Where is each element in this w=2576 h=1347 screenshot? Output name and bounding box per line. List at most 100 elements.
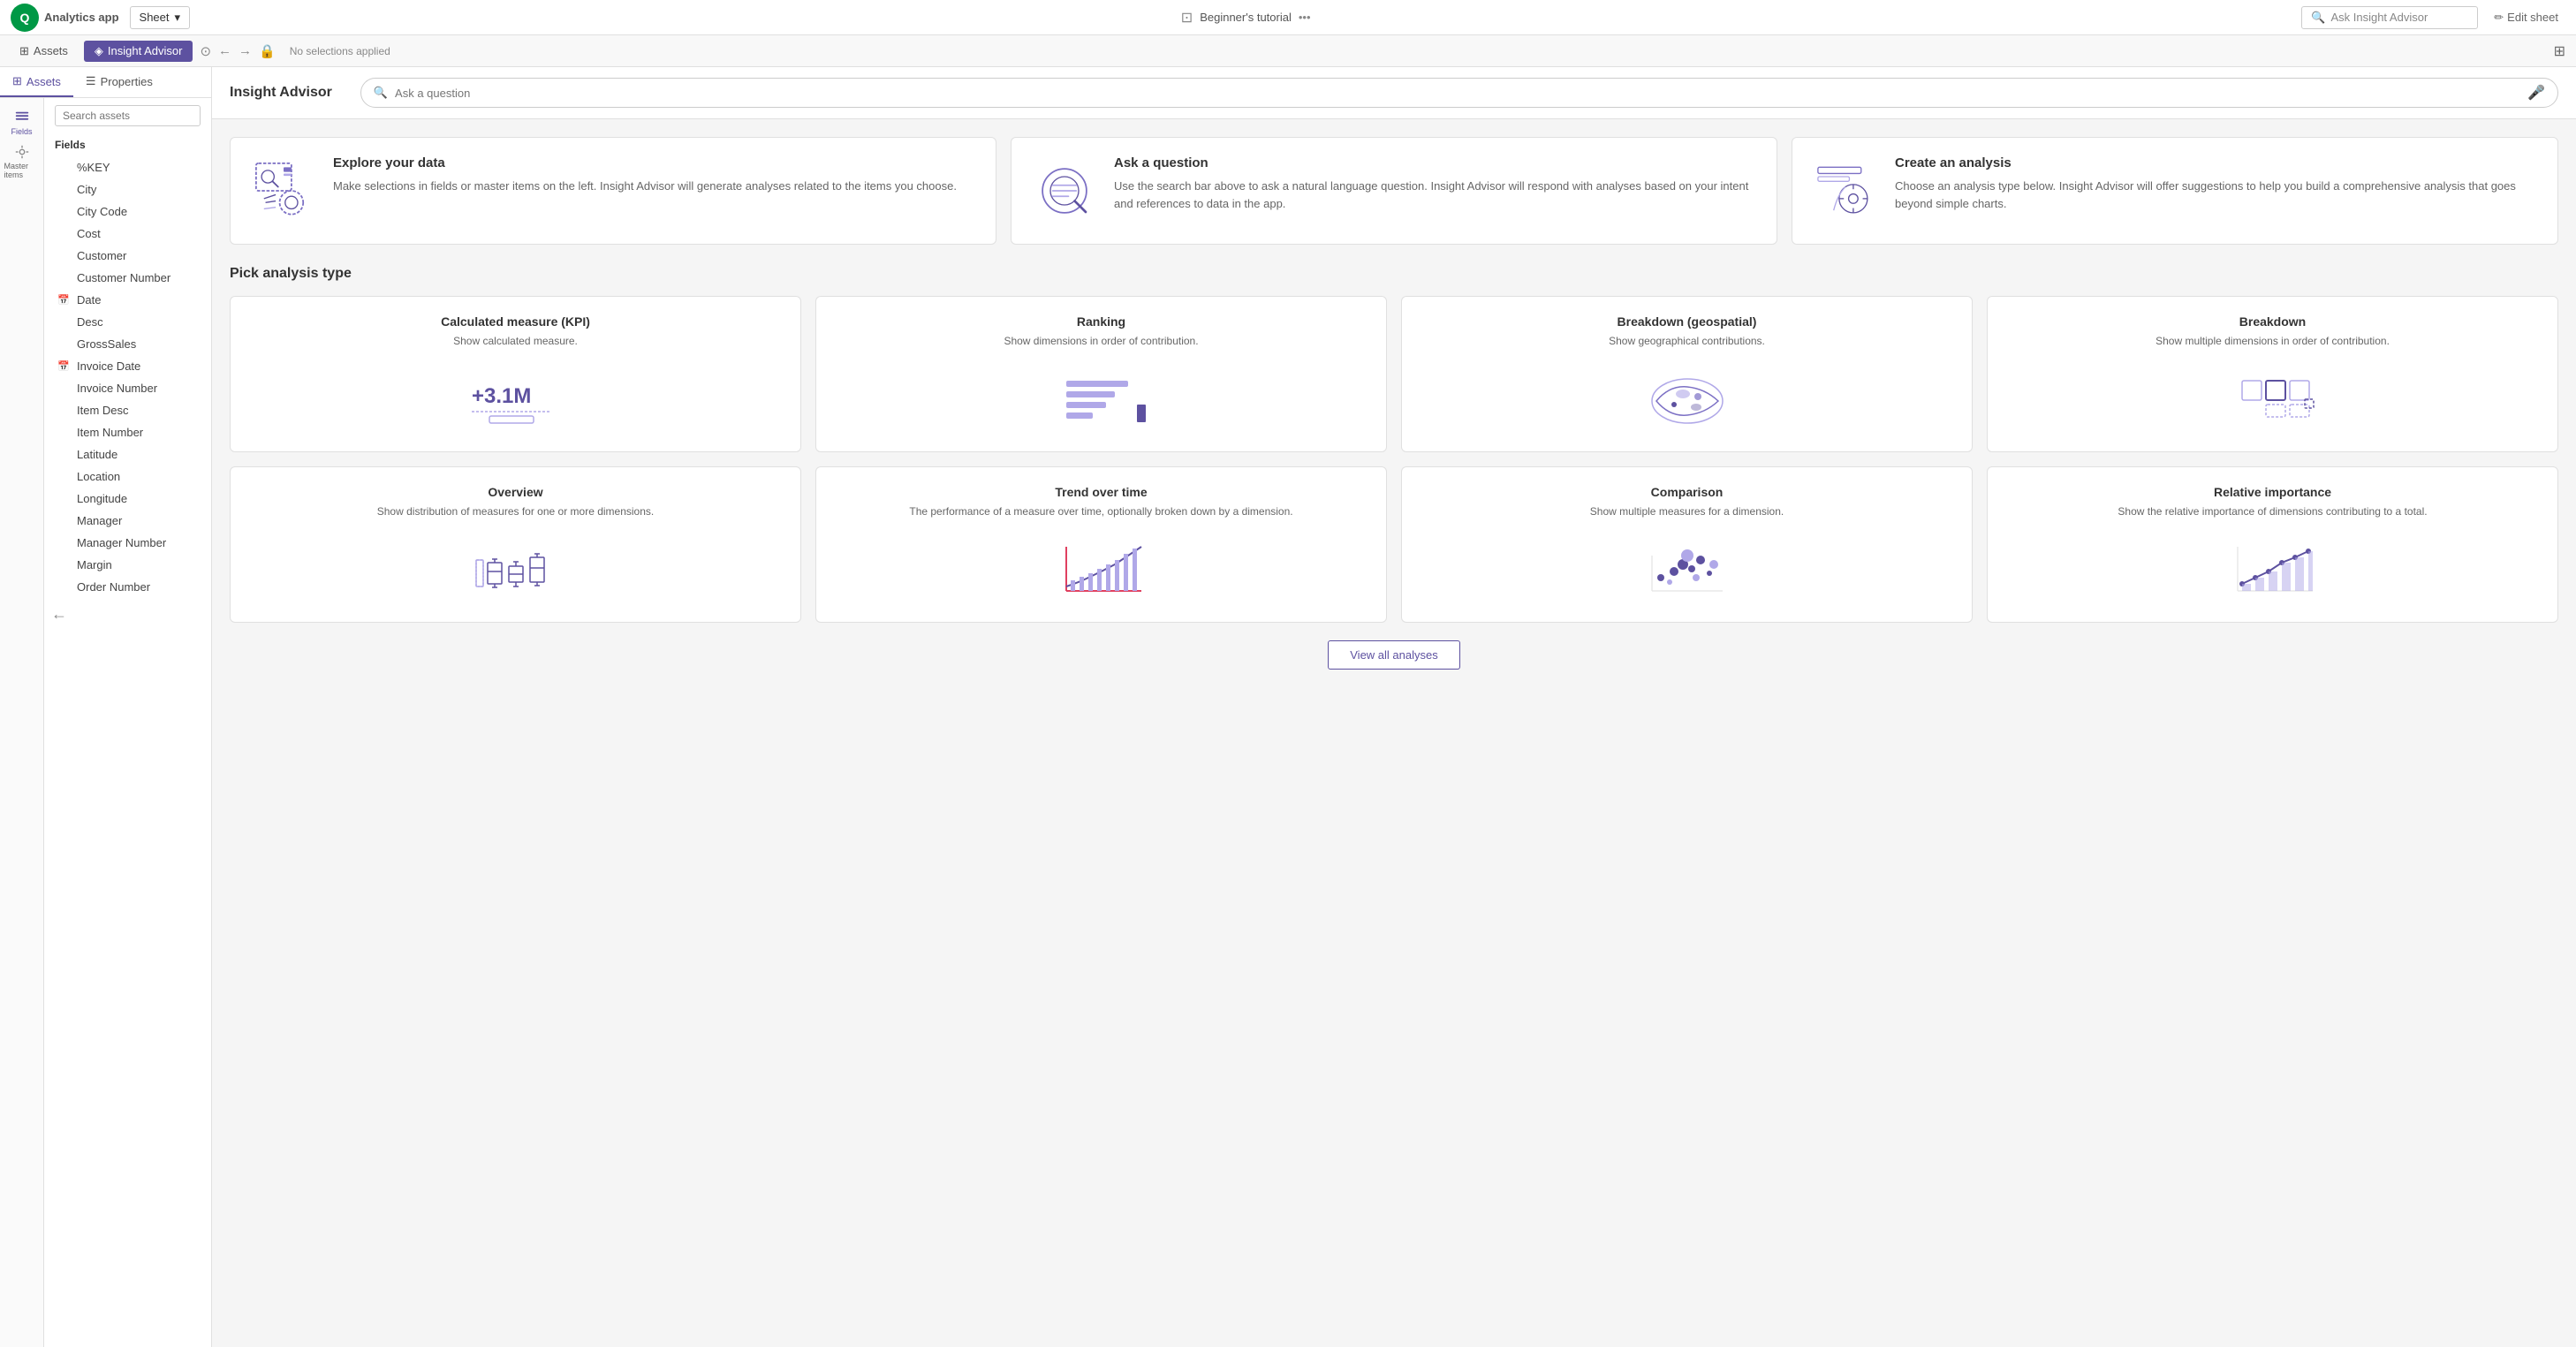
breakdown-geo-visual (1420, 363, 1954, 434)
field-item-invoice-date[interactable]: 📅Invoice Date (44, 355, 211, 377)
field-label: Invoice Number (77, 382, 157, 395)
edit-icon: ✏ (2494, 11, 2504, 25)
ranking-title: Ranking (834, 314, 1368, 329)
collapse-icon[interactable]: ← (51, 605, 67, 624)
field-item-customer[interactable]: Customer (44, 245, 211, 267)
panel-tabs: ⊞ Assets ☰ Properties (0, 67, 211, 98)
field-item-grosssales[interactable]: GrossSales (44, 333, 211, 355)
kpi-desc: Show calculated measure. (248, 334, 783, 349)
analysis-card-overview[interactable]: Overview Show distribution of measures f… (230, 466, 801, 623)
smart-search-icon[interactable]: ⊙ (200, 43, 211, 59)
more-options-icon[interactable]: ••• (1299, 11, 1311, 24)
analysis-card-breakdown-geo[interactable]: Breakdown (geospatial) Show geographical… (1401, 296, 1973, 452)
field-item-customer-number[interactable]: Customer Number (44, 267, 211, 289)
field-label: Margin (77, 558, 112, 571)
forward-icon[interactable]: → (239, 43, 252, 58)
field-label: Order Number (77, 580, 150, 594)
ask-title: Ask a question (1114, 155, 1759, 170)
top-nav-right: 🔍 Ask Insight Advisor ✏ Edit sheet (2301, 6, 2565, 29)
tutorial-icon: ⊡ (1181, 9, 1193, 26)
analysis-card-kpi[interactable]: Calculated measure (KPI) Show calculated… (230, 296, 801, 452)
field-item-manager[interactable]: Manager (44, 510, 211, 532)
field-item-desc[interactable]: Desc (44, 311, 211, 333)
analysis-section-title: Pick analysis type (230, 266, 2558, 282)
comparison-visual (1420, 534, 1954, 604)
explore-card-content: Explore your data Make selections in fie… (333, 155, 957, 195)
field-item-%key[interactable]: %KEY (44, 156, 211, 178)
field-item-city[interactable]: City (44, 178, 211, 201)
field-item-city-code[interactable]: City Code (44, 201, 211, 223)
relative-visual (2005, 534, 2540, 604)
overview-visual (248, 534, 783, 604)
sheet-dropdown[interactable]: Sheet ▾ (130, 6, 191, 29)
tutorial-label: Beginner's tutorial (1200, 11, 1292, 24)
field-item-latitude[interactable]: Latitude (44, 443, 211, 465)
analysis-card-breakdown[interactable]: Breakdown Show multiple dimensions in or… (1987, 296, 2558, 452)
field-item-order-number[interactable]: Order Number (44, 576, 211, 598)
toolbar-icons: ⊙ ← → 🔒 (200, 43, 275, 59)
search-assets-input[interactable] (55, 105, 201, 126)
top-cards-row: Explore your data Make selections in fie… (230, 137, 2558, 245)
fields-list: %KEY City City CodeCostCustomerCustomer Nu… (44, 156, 211, 598)
breakdown-geo-title: Breakdown (geospatial) (1420, 314, 1954, 329)
overview-desc: Show distribution of measures for one or… (248, 504, 783, 519)
ranking-desc: Show dimensions in order of contribution… (834, 334, 1368, 349)
fields-icon-label: Fields (11, 127, 32, 136)
assets-button[interactable]: ⊞ Assets (11, 41, 77, 62)
sidebar-item-fields[interactable]: Fields (4, 105, 40, 140)
ia-search-input[interactable] (395, 87, 2520, 100)
analysis-card-ranking[interactable]: Ranking Show dimensions in order of cont… (815, 296, 1387, 452)
analysis-card-comparison[interactable]: Comparison Show multiple measures for a … (1401, 466, 1973, 623)
search-icon: 🔍 (2311, 11, 2325, 25)
main-layout: ⊞ Assets ☰ Properties Fields (0, 67, 2576, 1347)
sheet-label: Sheet (140, 11, 170, 24)
breakdown-geo-desc: Show geographical contributions. (1420, 334, 1954, 349)
microphone-icon[interactable]: 🎤 (2527, 84, 2545, 102)
ia-header: Insight Advisor 🔍 🎤 (212, 67, 2576, 119)
qlik-logo: Q Analytics app (11, 4, 119, 32)
field-label: Date (77, 293, 101, 306)
trend-desc: The performance of a measure over time, … (834, 504, 1368, 519)
no-selections-label: No selections applied (290, 45, 390, 57)
field-item-item-number[interactable]: Item Number (44, 421, 211, 443)
properties-tab-icon: ☰ (86, 74, 96, 88)
assets-icon: ⊞ (19, 44, 29, 58)
sidebar-item-master-items[interactable]: Master items (4, 144, 40, 179)
overview-title: Overview (248, 485, 783, 499)
field-label: City (77, 183, 96, 196)
svg-text:+3.1M: +3.1M (472, 384, 531, 408)
comparison-desc: Show multiple measures for a dimension. (1420, 504, 1954, 519)
field-item-location[interactable]: Location (44, 465, 211, 488)
back-icon[interactable]: ← (218, 43, 231, 58)
field-label: Item Number (77, 426, 143, 439)
sidebar-bottom: ← (44, 598, 211, 631)
comparison-title: Comparison (1420, 485, 1954, 499)
trend-visual (834, 534, 1368, 604)
field-item-cost[interactable]: Cost (44, 223, 211, 245)
tab-assets[interactable]: ⊞ Assets (0, 67, 73, 97)
insight-advisor-search-top[interactable]: 🔍 Ask Insight Advisor (2301, 6, 2478, 29)
assets-tab-icon: ⊞ (12, 74, 22, 88)
field-item-margin[interactable]: Margin (44, 554, 211, 576)
field-item-manager-number[interactable]: Manager Number (44, 532, 211, 554)
analysis-card-relative[interactable]: Relative importance Show the relative im… (1987, 466, 2558, 623)
field-label: %KEY (77, 161, 110, 174)
lock-icon[interactable]: 🔒 (259, 43, 276, 59)
edit-sheet-button[interactable]: ✏ Edit sheet (2487, 7, 2565, 28)
tab-properties[interactable]: ☰ Properties (73, 67, 165, 97)
field-item-item-desc[interactable]: Item Desc (44, 399, 211, 421)
view-all-analyses-button[interactable]: View all analyses (1328, 640, 1459, 670)
insight-advisor-button[interactable]: ◈ Insight Advisor (84, 41, 193, 62)
panel-body: Fields Master items (0, 98, 211, 1347)
field-item-invoice-number[interactable]: Invoice Number (44, 377, 211, 399)
field-item-longitude[interactable]: Longitude (44, 488, 211, 510)
field-type-icon: 📅 (57, 294, 72, 306)
field-item-date[interactable]: 📅 Date (44, 289, 211, 311)
breakdown-title: Breakdown (2005, 314, 2540, 329)
analysis-card-trend[interactable]: Trend over time The performance of a mea… (815, 466, 1387, 623)
ia-search-bar[interactable]: 🔍 🎤 (360, 78, 2558, 108)
top-nav: Q Analytics app Sheet ▾ ⊡ Beginner's tut… (0, 0, 2576, 35)
explore-desc: Make selections in fields or master item… (333, 178, 957, 195)
explore-card: Explore your data Make selections in fie… (230, 137, 996, 245)
grid-layout-icon[interactable]: ⊞ (2554, 42, 2565, 60)
